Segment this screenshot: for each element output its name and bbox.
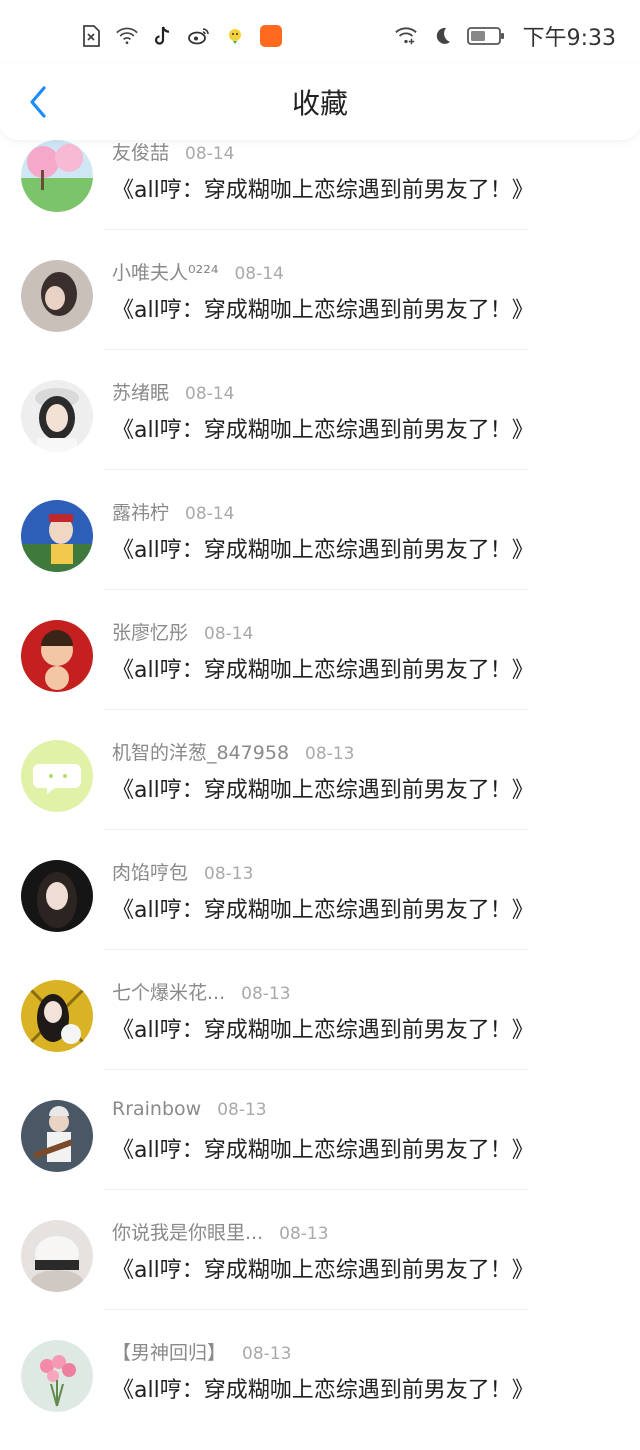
list-item[interactable]: 苏绪眠 08-14 《all哼：穿成糊咖上恋综遇到前男友了！》 xyxy=(0,370,640,490)
sim-error-icon xyxy=(80,25,102,47)
username[interactable]: 七个爆米花... xyxy=(112,978,225,1005)
list-item[interactable]: 机智的洋葱_847958 08-13 《all哼：穿成糊咖上恋综遇到前男友了！》 xyxy=(0,730,640,850)
post-date: 08-14 xyxy=(234,264,284,284)
divider xyxy=(104,469,528,470)
wifi-add-icon xyxy=(394,25,417,47)
divider xyxy=(104,589,528,590)
chick-icon xyxy=(224,25,246,47)
favorite-title[interactable]: 《all哼：穿成糊咖上恋综遇到前男友了！》 xyxy=(112,532,534,564)
post-date: 08-14 xyxy=(185,384,235,404)
post-date: 08-13 xyxy=(279,1224,329,1244)
list-item[interactable]: 七个爆米花... 08-13 《all哼：穿成糊咖上恋综遇到前男友了！》 xyxy=(0,970,640,1090)
item-meta: 你说我是你眼里... 08-13 xyxy=(112,1218,329,1244)
username[interactable]: 苏绪眠 xyxy=(112,378,169,405)
favorite-title[interactable]: 《all哼：穿成糊咖上恋综遇到前男友了！》 xyxy=(112,412,534,444)
list-item[interactable]: 露祎柠 08-14 《all哼：穿成糊咖上恋综遇到前男友了！》 xyxy=(0,490,640,610)
favorite-title[interactable]: 《all哼：穿成糊咖上恋综遇到前男友了！》 xyxy=(112,1372,534,1404)
post-date: 08-13 xyxy=(241,984,291,1004)
wifi-icon xyxy=(116,25,138,47)
post-date: 08-13 xyxy=(242,1344,292,1364)
list-item[interactable]: 小唯夫人⁰²²⁴ 08-14 《all哼：穿成糊咖上恋综遇到前男友了！》 xyxy=(0,250,640,370)
favorite-title[interactable]: 《all哼：穿成糊咖上恋综遇到前男友了！》 xyxy=(112,772,534,804)
divider xyxy=(104,709,528,710)
orange-app-icon xyxy=(260,25,282,47)
avatar[interactable] xyxy=(21,620,93,692)
avatar[interactable] xyxy=(21,740,93,812)
back-button[interactable] xyxy=(18,82,58,122)
favorite-title[interactable]: 《all哼：穿成糊咖上恋综遇到前男友了！》 xyxy=(112,292,534,324)
username[interactable]: 小唯夫人⁰²²⁴ xyxy=(112,258,218,285)
divider xyxy=(104,1069,528,1070)
nav-header: 收藏 xyxy=(0,64,640,140)
favorite-title[interactable]: 《all哼：穿成糊咖上恋综遇到前男友了！》 xyxy=(112,1252,534,1284)
status-bar: 下午9:33 xyxy=(0,0,640,72)
status-time: 下午9:33 xyxy=(522,26,616,51)
favorite-title[interactable]: 《all哼：穿成糊咖上恋综遇到前男友了！》 xyxy=(112,652,534,684)
list-item[interactable]: 肉馅哼包 08-13 《all哼：穿成糊咖上恋综遇到前男友了！》 xyxy=(0,850,640,970)
divider xyxy=(104,229,528,230)
favorites-list: 友俊喆 08-14 《all哼：穿成糊咖上恋综遇到前男友了！》 小唯夫人⁰²²⁴… xyxy=(0,130,640,1450)
item-meta: 张廖忆彤 08-14 xyxy=(112,618,253,644)
avatar[interactable] xyxy=(21,1100,93,1172)
item-meta: Rrainbow 08-13 xyxy=(112,1098,267,1124)
tiktok-icon xyxy=(152,25,174,47)
favorite-title[interactable]: 《all哼：穿成糊咖上恋综遇到前男友了！》 xyxy=(112,1132,534,1164)
post-date: 08-14 xyxy=(185,504,235,524)
list-item[interactable]: 【男神回归】 08-13 《all哼：穿成糊咖上恋综遇到前男友了！》 xyxy=(0,1330,640,1450)
post-date: 08-14 xyxy=(204,624,254,644)
item-meta: 露祎柠 08-14 xyxy=(112,498,234,524)
avatar[interactable] xyxy=(21,380,93,452)
favorite-title[interactable]: 《all哼：穿成糊咖上恋综遇到前男友了！》 xyxy=(112,1012,534,1044)
favorite-title[interactable]: 《all哼：穿成糊咖上恋综遇到前男友了！》 xyxy=(112,892,534,924)
list-item[interactable]: 你说我是你眼里... 08-13 《all哼：穿成糊咖上恋综遇到前男友了！》 xyxy=(0,1210,640,1330)
weibo-icon xyxy=(188,25,210,47)
divider xyxy=(104,949,528,950)
post-date: 08-13 xyxy=(305,744,355,764)
avatar[interactable] xyxy=(21,1340,93,1412)
item-meta: 【男神回归】 08-13 xyxy=(112,1338,291,1364)
divider xyxy=(104,1309,528,1310)
avatar[interactable] xyxy=(21,860,93,932)
item-meta: 机智的洋葱_847958 08-13 xyxy=(112,738,354,764)
divider xyxy=(104,349,528,350)
item-meta: 苏绪眠 08-14 xyxy=(112,378,234,404)
post-date: 08-14 xyxy=(185,144,235,164)
username[interactable]: 张廖忆彤 xyxy=(112,618,188,645)
item-meta: 七个爆米花... 08-13 xyxy=(112,978,291,1004)
item-meta: 肉馅哼包 08-13 xyxy=(112,858,253,884)
username[interactable]: 机智的洋葱_847958 xyxy=(112,738,289,765)
username[interactable]: 露祎柠 xyxy=(112,498,169,525)
item-meta: 小唯夫人⁰²²⁴ 08-14 xyxy=(112,258,284,284)
username[interactable]: 【男神回归】 xyxy=(112,1338,226,1365)
status-bar-notifications xyxy=(80,25,282,47)
divider xyxy=(104,1189,528,1190)
battery-icon xyxy=(466,25,505,47)
list-item[interactable]: 友俊喆 08-14 《all哼：穿成糊咖上恋综遇到前男友了！》 xyxy=(0,130,640,250)
post-date: 08-13 xyxy=(217,1100,267,1120)
username[interactable]: 友俊喆 xyxy=(112,138,169,165)
divider xyxy=(104,829,528,830)
page-title: 收藏 xyxy=(291,87,348,120)
username[interactable]: Rrainbow xyxy=(112,1098,201,1120)
moon-icon xyxy=(431,25,453,47)
chevron-left-icon xyxy=(30,86,46,118)
status-bar-system: 下午9:33 xyxy=(394,20,616,52)
username[interactable]: 你说我是你眼里... xyxy=(112,1218,263,1245)
list-item[interactable]: 张廖忆彤 08-14 《all哼：穿成糊咖上恋综遇到前男友了！》 xyxy=(0,610,640,730)
avatar[interactable] xyxy=(21,500,93,572)
post-date: 08-13 xyxy=(204,864,254,884)
avatar[interactable] xyxy=(21,260,93,332)
favorite-title[interactable]: 《all哼：穿成糊咖上恋综遇到前男友了！》 xyxy=(112,172,534,204)
avatar[interactable] xyxy=(21,1220,93,1292)
avatar[interactable] xyxy=(21,140,93,212)
username[interactable]: 肉馅哼包 xyxy=(112,858,188,885)
list-item[interactable]: Rrainbow 08-13 《all哼：穿成糊咖上恋综遇到前男友了！》 xyxy=(0,1090,640,1210)
avatar[interactable] xyxy=(21,980,93,1052)
item-meta: 友俊喆 08-14 xyxy=(112,138,234,164)
